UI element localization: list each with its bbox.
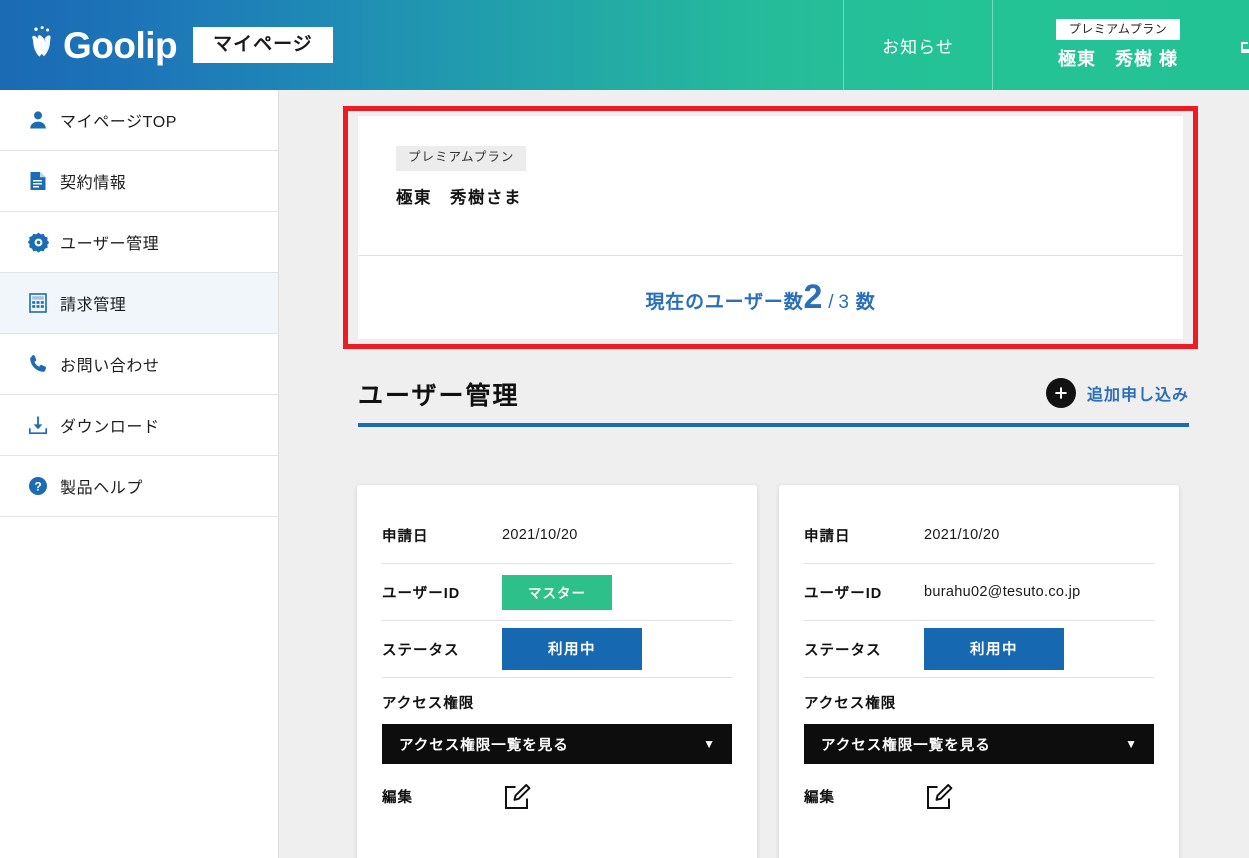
chevron-down-icon: ▼ — [1125, 737, 1138, 751]
sidebar-item-label: マイページTOP — [60, 114, 178, 131]
logo[interactable]: Goolip — [28, 24, 178, 66]
user-count-label: 現在のユーザー数 — [645, 292, 804, 313]
edit-label: 編集 — [804, 789, 835, 806]
permission-dropdown[interactable]: アクセス権限一覧を見る ▼ — [804, 724, 1154, 764]
account-name: 極東 秀樹 様 — [1057, 49, 1178, 70]
calculator-icon — [27, 292, 49, 314]
sidebar-item-label: 製品ヘルプ — [60, 480, 144, 497]
sidebar-item-billing-management[interactable]: 請求管理 — [0, 273, 278, 334]
page-body: マイページTOP 契約情報 ユーザー管理 請求管理 お問い合わせ ダウンロード … — [0, 90, 1249, 858]
permission-dropdown[interactable]: アクセス権限一覧を見る ▼ — [382, 724, 732, 764]
apply-date-label: 申請日 — [382, 528, 429, 545]
logout-icon[interactable] — [1239, 38, 1249, 54]
account-area[interactable]: プレミアムプラン 極東 秀樹 様 — [993, 0, 1249, 90]
brand-name: Goolip — [63, 24, 178, 66]
user-id-label: ユーザーID — [382, 585, 461, 602]
gear-icon — [27, 231, 49, 253]
sidebar-item-label: 契約情報 — [60, 175, 127, 192]
tulip-icon — [28, 26, 58, 64]
sidebar-item-label: お問い合わせ — [60, 358, 160, 375]
apply-date-label: 申請日 — [804, 528, 851, 545]
summary-bottom: 現在のユーザー数 2 / 3 数 — [358, 256, 1183, 338]
header-spacer — [333, 0, 843, 90]
user-count-separator: / — [828, 292, 835, 313]
permission-dropdown-value: アクセス権限一覧を見る — [399, 737, 569, 754]
user-card: 申請日 2021/10/20 ユーザーID burahu02@tesuto.co… — [779, 485, 1179, 858]
notice-link[interactable]: お知らせ — [843, 0, 993, 90]
sidebar-item-contact[interactable]: お問い合わせ — [0, 334, 278, 395]
summary-user-name: 極東 秀樹さま — [396, 188, 522, 207]
user-card: 申請日 2021/10/20 ユーザーID マスター ステータス 利用中 アクセ… — [357, 485, 757, 858]
app-header: Goolip マイページ お知らせ プレミアムプラン 極東 秀樹 様 — [0, 0, 1249, 90]
permission-label: アクセス権限 — [804, 696, 897, 712]
user-count-max: 3 — [838, 292, 850, 313]
summary-top: プレミアムプラン 極東 秀樹さま — [358, 116, 1183, 256]
user-count-current: 2 — [803, 278, 824, 316]
apply-date-row: 申請日 2021/10/20 — [804, 507, 1154, 564]
user-count-unit: 数 — [855, 292, 876, 313]
user-id-row: ユーザーID マスター — [382, 564, 732, 621]
sidebar-item-product-help[interactable]: ? 製品ヘルプ — [0, 456, 278, 517]
status-row: ステータス 利用中 — [804, 621, 1154, 678]
summary-plan-badge: プレミアムプラン — [396, 146, 527, 171]
edit-row: 編集 — [804, 780, 1154, 812]
status-badge[interactable]: 利用中 — [924, 628, 1064, 670]
apply-date-row: 申請日 2021/10/20 — [382, 507, 732, 564]
svg-text:?: ? — [34, 480, 41, 494]
master-badge: マスター — [502, 574, 612, 610]
edit-pencil-icon[interactable] — [924, 780, 956, 812]
sidebar-item-label: ユーザー管理 — [60, 236, 160, 253]
account-summary-card: プレミアムプラン 極東 秀樹さま 現在のユーザー数 2 / 3 数 — [358, 116, 1183, 339]
plus-circle-icon — [1045, 378, 1076, 408]
permission-dropdown-value: アクセス権限一覧を見る — [821, 737, 991, 754]
page-title: ユーザー管理 — [358, 381, 520, 410]
status-label: ステータス — [804, 642, 882, 659]
sidebar-item-user-management[interactable]: ユーザー管理 — [0, 212, 278, 273]
phone-icon — [27, 353, 49, 375]
document-icon — [27, 170, 49, 192]
add-application-label: 追加申し込み — [1086, 387, 1189, 404]
user-count: 現在のユーザー数 2 / 3 数 — [645, 280, 875, 314]
edit-pencil-icon[interactable] — [502, 780, 534, 812]
user-id-value: burahu02@tesuto.co.jp — [924, 584, 1081, 600]
sidebar: マイページTOP 契約情報 ユーザー管理 請求管理 お問い合わせ ダウンロード … — [0, 90, 279, 858]
section-header: ユーザー管理 追加申し込み — [358, 378, 1189, 427]
sidebar-item-mypage-top[interactable]: マイページTOP — [0, 90, 278, 151]
status-badge[interactable]: 利用中 — [502, 628, 642, 670]
edit-label: 編集 — [382, 789, 413, 806]
help-icon: ? — [27, 475, 49, 497]
permission-label: アクセス権限 — [382, 696, 475, 712]
sidebar-item-label: 請求管理 — [60, 297, 127, 314]
chevron-down-icon: ▼ — [703, 737, 716, 751]
download-icon — [27, 414, 49, 436]
apply-date-value: 2021/10/20 — [924, 527, 1000, 543]
apply-date-value: 2021/10/20 — [502, 527, 578, 543]
sidebar-item-download[interactable]: ダウンロード — [0, 395, 278, 456]
sidebar-item-contract-info[interactable]: 契約情報 — [0, 151, 278, 212]
add-application-button[interactable]: 追加申し込み — [1045, 378, 1189, 410]
page-chip: マイページ — [193, 26, 333, 64]
user-icon — [27, 109, 49, 131]
status-row: ステータス 利用中 — [382, 621, 732, 678]
notice-label: お知らせ — [882, 37, 954, 57]
user-id-label: ユーザーID — [804, 585, 883, 602]
permission-block: アクセス権限 アクセス権限一覧を見る ▼ — [382, 678, 732, 764]
main-content: プレミアムプラン 極東 秀樹さま 現在のユーザー数 2 / 3 数 ユーザー管理… — [279, 90, 1249, 858]
account-plan-badge: プレミアムプラン — [1055, 18, 1181, 41]
edit-row: 編集 — [382, 780, 732, 812]
sidebar-item-label: ダウンロード — [60, 419, 160, 436]
user-card-list: 申請日 2021/10/20 ユーザーID マスター ステータス 利用中 アクセ… — [357, 485, 1197, 858]
brand-area: Goolip マイページ — [0, 0, 333, 90]
status-label: ステータス — [382, 642, 460, 659]
permission-block: アクセス権限 アクセス権限一覧を見る ▼ — [804, 678, 1154, 764]
user-id-row: ユーザーID burahu02@tesuto.co.jp — [804, 564, 1154, 621]
